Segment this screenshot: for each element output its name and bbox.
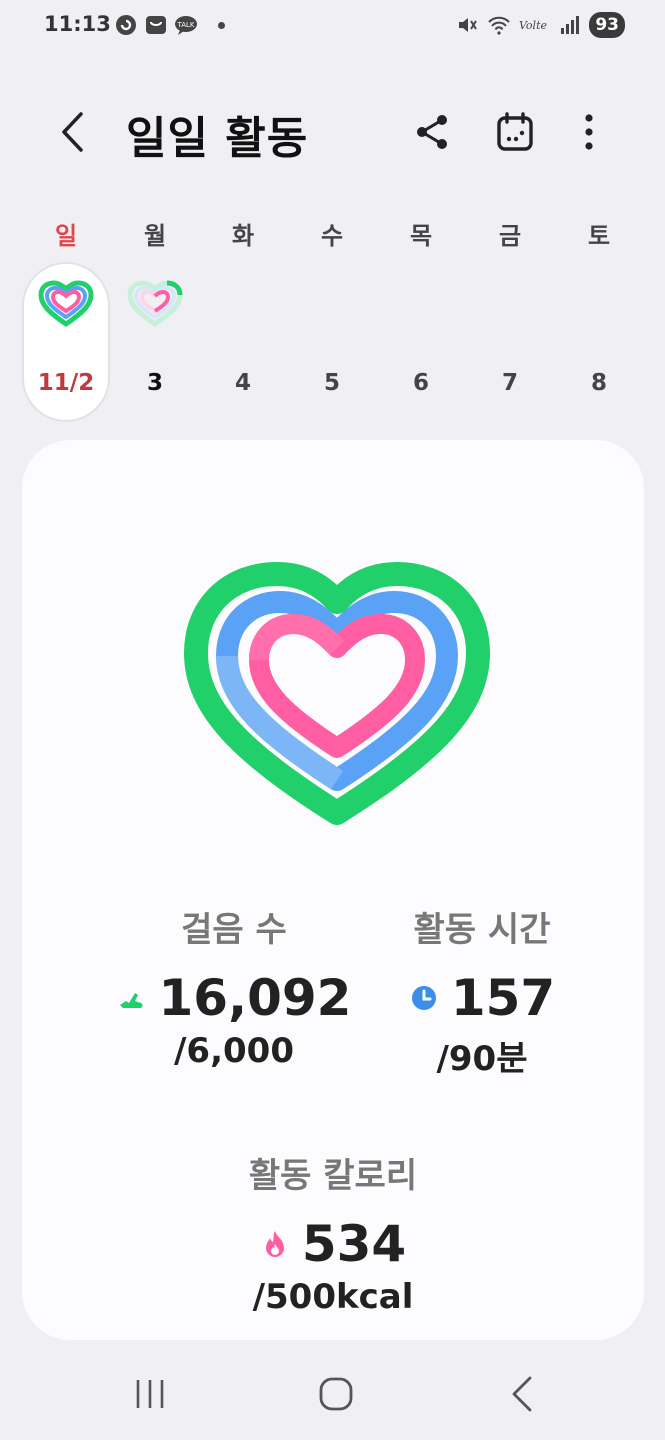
- chevron-left-icon: [62, 112, 83, 152]
- more-notifications-icon: [218, 21, 225, 29]
- more-options-button[interactable]: [567, 110, 611, 154]
- share-icon: [417, 115, 447, 149]
- calories-stat: 활동 칼로리 534 /500kcal: [183, 1148, 483, 1317]
- active-time-value: 157: [450, 969, 556, 1027]
- system-status-icons: Volte 93: [455, 12, 625, 38]
- calendar-button[interactable]: [493, 110, 537, 154]
- date-number[interactable]: 6: [391, 370, 451, 396]
- active-time-stat: 활동 시간 157 /90분: [352, 902, 612, 1080]
- calendar-icon: [497, 112, 533, 151]
- app-notification-icon: [146, 16, 166, 34]
- app-header: 일일 활동: [0, 90, 665, 174]
- steps-value-row: 16,092: [84, 969, 384, 1027]
- recent-apps-button[interactable]: [120, 1370, 180, 1418]
- steps-value: 16,092: [158, 969, 352, 1027]
- active-time-value-row: 157: [352, 969, 612, 1027]
- active-time-goal: /90분: [436, 1039, 528, 1079]
- date-number[interactable]: 7: [480, 370, 540, 396]
- day-activity-heart-icon[interactable]: [127, 280, 183, 328]
- signal-icon: [561, 16, 580, 34]
- svg-text:Volte: Volte: [519, 19, 547, 32]
- flame-icon: [265, 1231, 284, 1257]
- shoe-icon: [119, 993, 143, 1008]
- status-bar: 11:13 TALK Volte 93: [0, 0, 665, 52]
- date-number[interactable]: 8: [569, 370, 629, 396]
- calories-value: 534: [301, 1215, 407, 1273]
- wifi-icon: [488, 16, 511, 35]
- talk-icon: TALK: [175, 16, 197, 35]
- weekday-label: 수: [320, 222, 344, 250]
- clock-icon: [411, 986, 436, 1010]
- status-time: 11:13: [44, 12, 111, 36]
- date-number[interactable]: 5: [302, 370, 362, 396]
- weekday-label: 일: [54, 222, 78, 250]
- recent-apps-icon: [136, 1380, 164, 1408]
- back-button[interactable]: [50, 106, 94, 158]
- steps-goal: /6,000: [174, 1031, 294, 1071]
- date-number[interactable]: 4: [213, 370, 273, 396]
- nav-back-button[interactable]: [492, 1370, 552, 1418]
- battery-level: 93: [589, 12, 625, 38]
- volte-icon: Volte: [519, 19, 547, 32]
- date-number[interactable]: 3: [125, 370, 185, 396]
- day-activity-heart-icon[interactable]: [38, 280, 94, 328]
- mute-icon: [459, 18, 478, 32]
- weekday-label: 금: [498, 222, 522, 250]
- system-navigation-bar: [0, 1348, 665, 1440]
- home-button[interactable]: [306, 1370, 366, 1418]
- calories-goal: /500kcal: [252, 1277, 414, 1317]
- page-title: 일일 활동: [126, 113, 309, 164]
- activity-rings-heart: [184, 562, 490, 825]
- weekday-label: 토: [587, 222, 611, 250]
- notification-icons: TALK: [114, 13, 225, 37]
- date-number[interactable]: 11/2: [36, 370, 96, 396]
- calories-label: 활동 칼로리: [248, 1156, 418, 1196]
- weekday-labels: 일 월 화 수 목 금 토: [0, 210, 665, 250]
- weekday-label: 화: [231, 222, 255, 250]
- steps-label: 걸음 수: [181, 910, 287, 950]
- weekday-label: 월: [143, 222, 167, 250]
- share-button[interactable]: [410, 110, 454, 154]
- back-icon: [512, 1376, 532, 1412]
- weekday-label: 목: [409, 222, 433, 250]
- sync-icon: [116, 15, 136, 35]
- more-vertical-icon: [585, 114, 593, 150]
- activity-summary-card[interactable]: 걸음 수 16,092 /6,000 활동 시간 157 /90분 활동 칼로리: [22, 440, 644, 1340]
- active-time-label: 활동 시간: [413, 910, 551, 950]
- home-icon: [319, 1377, 353, 1411]
- steps-stat: 걸음 수 16,092 /6,000: [84, 902, 384, 1071]
- calories-value-row: 534: [183, 1215, 483, 1273]
- svg-text:TALK: TALK: [176, 21, 194, 29]
